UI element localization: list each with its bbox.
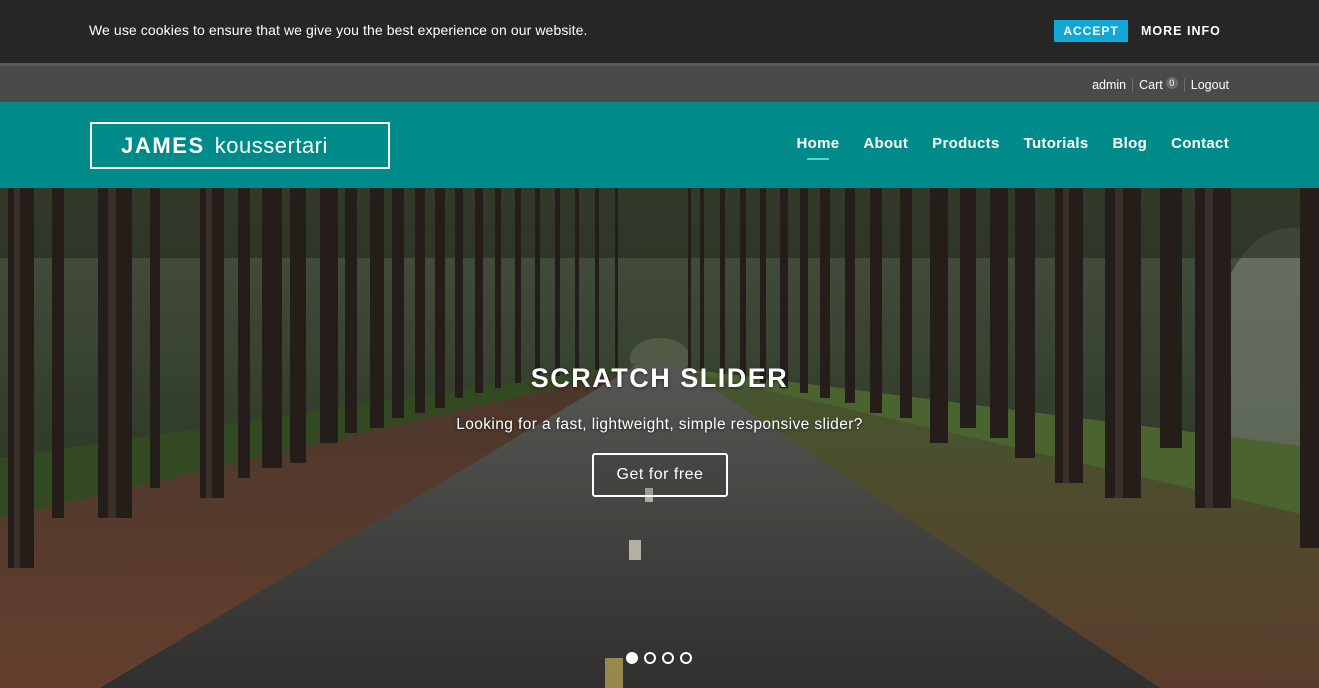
cookie-banner: We use cookies to ensure that we give yo… [0,0,1319,63]
site-header: JAMES koussertari Home About Products Tu… [0,102,1319,188]
hero-subtitle: Looking for a fast, lightweight, simple … [456,416,863,433]
cookie-accept-button[interactable]: ACCEPT [1054,20,1128,42]
get-for-free-button[interactable]: Get for free [592,453,728,497]
cart-link[interactable]: Cart 0 [1139,77,1178,92]
nav-item-products[interactable]: Products [932,135,999,152]
cart-label: Cart [1139,78,1163,92]
cookie-message: We use cookies to ensure that we give yo… [89,22,588,38]
slide-dot-4[interactable] [680,652,692,664]
site-logo[interactable]: JAMES koussertari [90,122,390,169]
slider-pagination [626,652,692,664]
hero-overlay [0,188,1319,688]
cart-count-badge: 0 [1165,77,1178,89]
slide-dot-3[interactable] [662,652,674,664]
divider [1132,78,1134,92]
nav-item-contact[interactable]: Contact [1171,135,1229,152]
logo-last-name: koussertari [214,132,328,158]
nav-item-home[interactable]: Home [796,135,839,152]
utility-bar: admin Cart 0 Logout [0,63,1319,102]
hero-title: SCRATCH SLIDER [530,363,789,393]
slide-dot-2[interactable] [644,652,656,664]
cookie-more-info-link[interactable]: MORE INFO [1141,24,1221,38]
nav-item-blog[interactable]: Blog [1113,135,1148,152]
hero-slider: SCRATCH SLIDER Looking for a fast, light… [0,188,1319,688]
slide-dot-1[interactable] [626,652,638,664]
account-user-link[interactable]: admin [1092,78,1126,92]
nav-item-about[interactable]: About [863,135,908,152]
main-nav: Home About Products Tutorials Blog Conta… [772,135,1229,152]
account-links: admin Cart 0 Logout [1092,77,1229,92]
divider [1183,78,1185,92]
logout-link[interactable]: Logout [1191,78,1229,92]
nav-item-tutorials[interactable]: Tutorials [1024,135,1089,152]
logo-first-name: JAMES [121,132,205,158]
